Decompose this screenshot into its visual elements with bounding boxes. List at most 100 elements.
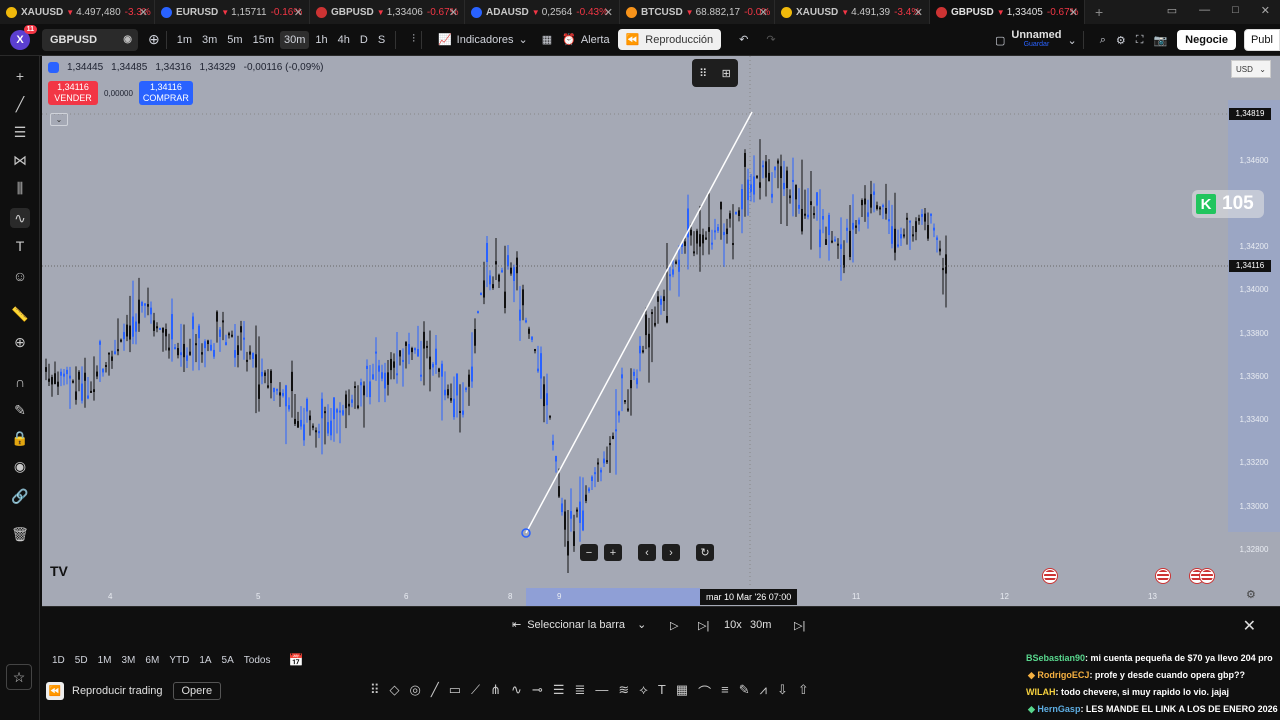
- trade-button[interactable]: Negocie: [1177, 30, 1236, 50]
- eye-icon[interactable]: [48, 62, 59, 73]
- brush-icon[interactable]: ∿: [10, 208, 30, 228]
- range-1d[interactable]: 1D: [52, 655, 65, 666]
- gann-icon[interactable]: ≋: [618, 682, 629, 701]
- close-icon[interactable]: ✕: [449, 6, 458, 19]
- grid-icon[interactable]: ⊞: [722, 67, 731, 80]
- sell-button[interactable]: 1,34116 VENDER: [48, 81, 98, 105]
- range-all[interactable]: Todos: [244, 655, 271, 666]
- trade-tab[interactable]: Opere: [172, 682, 222, 700]
- us-event-flag-icon[interactable]: [1199, 568, 1215, 584]
- tab-gbpusd-1[interactable]: GBPUSD ▼ 1,33406 -0.67% ✕: [310, 0, 465, 24]
- lock-icon[interactable]: 🔒: [10, 428, 30, 448]
- range-5a[interactable]: 5A: [222, 655, 234, 666]
- floating-toolbar[interactable]: ⠿ ⊞: [692, 59, 738, 87]
- tab-adausd[interactable]: ADAUSD ▼ 0,2564 -0.43% ✕: [465, 0, 620, 24]
- horizontal-line-icon[interactable]: —: [595, 682, 608, 701]
- shape-icon[interactable]: ◇: [390, 682, 400, 701]
- range-ytd[interactable]: YTD: [169, 655, 189, 666]
- fullscreen-icon[interactable]: ⛶: [1136, 34, 1144, 47]
- layout-icon[interactable]: ▢: [995, 34, 1005, 47]
- timeframe-4h[interactable]: 4h: [334, 31, 354, 49]
- screen-icon[interactable]: ▭: [1167, 4, 1177, 17]
- polyline-icon[interactable]: ⩘: [760, 682, 767, 701]
- range-5d[interactable]: 5D: [75, 655, 88, 666]
- replay-trading-tab[interactable]: Reproducir trading: [72, 685, 163, 697]
- timeframe-15m[interactable]: 15m: [249, 31, 278, 49]
- add-symbol-icon[interactable]: ⊕: [148, 31, 160, 48]
- calendar-icon[interactable]: 📅: [288, 653, 303, 667]
- pattern-icon[interactable]: ⋈: [10, 150, 30, 170]
- pencil-lock-icon[interactable]: ✎: [10, 400, 30, 420]
- arrow-up-icon[interactable]: ⇧: [798, 682, 809, 701]
- quick-search-icon[interactable]: ⌕: [1100, 34, 1106, 47]
- range-1m[interactable]: 1M: [98, 655, 112, 666]
- us-event-flag-icon[interactable]: [1042, 568, 1058, 584]
- eye-icon[interactable]: ◉: [123, 34, 132, 45]
- collapse-legend-button[interactable]: ⌄: [50, 113, 68, 126]
- ray-icon[interactable]: ⟋: [471, 682, 480, 701]
- symbol-search[interactable]: GBPUSD ◉: [42, 28, 138, 51]
- settings-icon[interactable]: ⚙: [1246, 588, 1256, 601]
- scroll-left-button[interactable]: ‹: [638, 544, 656, 561]
- curve-icon[interactable]: ⌒: [698, 682, 711, 701]
- trash-icon[interactable]: 🗑: [10, 524, 30, 544]
- link-icon[interactable]: 🔗: [10, 486, 30, 506]
- text-icon[interactable]: T: [10, 236, 30, 256]
- layout-name[interactable]: Unnamed Guardar: [1011, 30, 1061, 50]
- tab-btcusd[interactable]: BTCUSD ▼ 68.882,17 -0.0% ✕: [620, 0, 775, 24]
- minimize-icon[interactable]: —: [1199, 4, 1210, 17]
- fib-icon[interactable]: ☰: [10, 122, 30, 142]
- arrow-down-icon[interactable]: ⇩: [777, 682, 788, 701]
- close-icon[interactable]: ✕: [914, 6, 923, 19]
- currency-select[interactable]: USD ⌄: [1231, 60, 1271, 78]
- range-6m[interactable]: 6M: [145, 655, 159, 666]
- channel-icon[interactable]: ☰: [553, 682, 565, 701]
- zoom-out-button[interactable]: −: [580, 544, 598, 561]
- chart-area[interactable]: [42, 56, 1228, 606]
- trend-line-drawing[interactable]: [525, 111, 753, 534]
- path-icon[interactable]: ⟡: [639, 682, 648, 701]
- select-bar-button[interactable]: ⇤ Seleccionar la barra ⌄: [512, 618, 646, 632]
- close-icon[interactable]: ✕: [294, 6, 303, 19]
- replay-button[interactable]: ⏪ Reproducción: [617, 29, 722, 50]
- tab-xauusd-2[interactable]: XAUUSD ▼ 4.491,39 -3.4% ✕: [775, 0, 930, 24]
- maximize-icon[interactable]: □: [1232, 4, 1239, 17]
- visibility-icon[interactable]: ◉: [10, 456, 30, 476]
- timeframe-d[interactable]: D: [356, 31, 372, 49]
- range-1a[interactable]: 1A: [199, 655, 211, 666]
- candles-icon[interactable]: ⫶: [412, 33, 415, 46]
- prediction-icon[interactable]: ⫼: [10, 178, 30, 198]
- indicators-button[interactable]: 📈 Indicadores ⌄: [438, 33, 528, 47]
- replay-interval[interactable]: 30m: [750, 619, 771, 631]
- timeframe-5m[interactable]: 5m: [223, 31, 246, 49]
- close-icon[interactable]: ✕: [604, 6, 613, 19]
- fib-icon[interactable]: ≣: [574, 682, 585, 701]
- play-icon[interactable]: ▷: [670, 619, 678, 632]
- favorite-star-icon[interactable]: ☆: [6, 664, 32, 690]
- publish-button[interactable]: Publ: [1243, 29, 1280, 51]
- wave-icon[interactable]: ∿: [511, 682, 522, 701]
- chevron-down-icon[interactable]: ⌄: [1068, 34, 1077, 47]
- tab-eurusd[interactable]: EURUSD ▼ 1,15711 -0.16% ✕: [155, 0, 310, 24]
- trendline-icon[interactable]: ╱: [10, 94, 30, 114]
- time-axis[interactable]: 4 5 6 8 9 11 12 13 mar 10 Mar '26 07:00: [42, 588, 1228, 606]
- tab-gbpusd-active[interactable]: GBPUSD ▼ 1,33405 -0.67% ✕: [930, 0, 1085, 24]
- table-icon[interactable]: ▦: [676, 682, 688, 701]
- timeframe-30m[interactable]: 30m: [279, 30, 310, 49]
- new-tab-icon[interactable]: +: [1095, 4, 1103, 20]
- zoom-in-button[interactable]: +: [604, 544, 622, 561]
- pitchfork-icon[interactable]: ⋔: [490, 682, 501, 701]
- reset-chart-button[interactable]: ↻: [696, 544, 714, 561]
- settings-icon[interactable]: ⚙: [1116, 34, 1126, 47]
- buy-button[interactable]: 1,34116 COMPRAR: [138, 81, 193, 105]
- jump-to-realtime-icon[interactable]: ▷|: [794, 619, 805, 632]
- templates-icon[interactable]: ▦: [542, 33, 552, 46]
- step-forward-icon[interactable]: ▷|: [698, 619, 709, 632]
- horizontal-ray-icon[interactable]: ⊸: [532, 682, 543, 701]
- price-axis[interactable]: USD ⌄ 1,34600 1,34200 1,34000 1,33800 1,3…: [1228, 56, 1280, 606]
- scroll-right-button[interactable]: ›: [662, 544, 680, 561]
- line-icon[interactable]: ╱: [431, 682, 439, 701]
- camera-icon[interactable]: 📷: [1153, 34, 1167, 47]
- undo-icon[interactable]: ↶: [739, 33, 748, 46]
- us-event-flag-icon[interactable]: [1155, 568, 1171, 584]
